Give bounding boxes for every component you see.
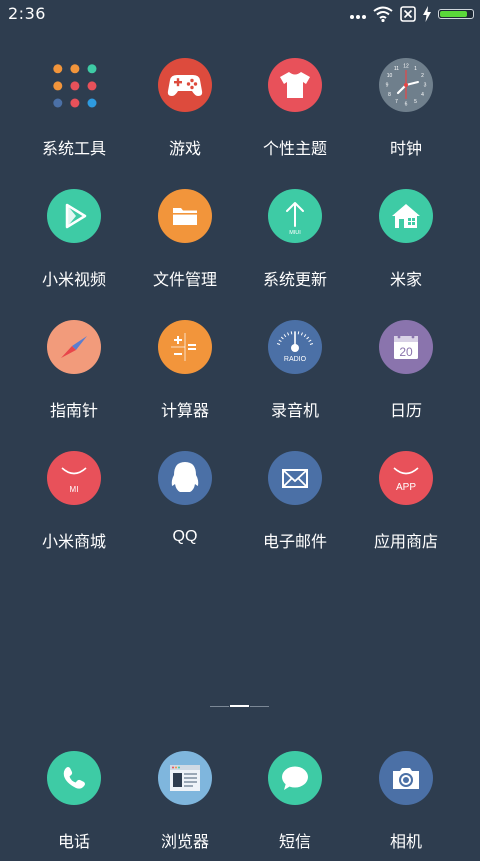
- phone-icon: [47, 751, 101, 805]
- svg-text:8: 8: [388, 92, 391, 98]
- svg-text:MI: MI: [70, 485, 79, 494]
- svg-text:1: 1: [414, 66, 417, 72]
- app-mail-envelope[interactable]: 电子邮件: [240, 451, 350, 561]
- svg-text:9: 9: [386, 83, 389, 89]
- radio-icon: RADIO: [268, 320, 322, 374]
- app-label: 日历: [389, 401, 422, 420]
- calculator-icon: [158, 320, 212, 374]
- smart-home-icon: [379, 189, 433, 243]
- video-play-icon: [47, 189, 101, 243]
- calendar-icon: 20: [379, 320, 433, 374]
- svg-text:10: 10: [387, 73, 393, 79]
- page-dot-3: [250, 706, 269, 707]
- app-label: 短信: [278, 832, 311, 851]
- app-label: 小米视频: [41, 270, 106, 289]
- app-mi-store[interactable]: MI 小米商城: [19, 451, 129, 561]
- more-dots-icon: [350, 5, 366, 23]
- status-bar: 2:36: [0, 0, 480, 28]
- svg-text:7: 7: [395, 99, 398, 105]
- app-video-play[interactable]: 小米视频: [19, 189, 129, 299]
- update-arrow-icon: MIUI: [268, 189, 322, 243]
- app-message-bubble[interactable]: 短信: [240, 751, 350, 861]
- folder-grid-icon: [47, 58, 101, 112]
- sim-error-icon: [400, 6, 416, 22]
- app-folder-grid[interactable]: 系统工具: [19, 58, 129, 168]
- status-icons: [350, 5, 474, 23]
- svg-text:MIUI: MIUI: [289, 230, 301, 236]
- svg-text:11: 11: [394, 66, 399, 72]
- clock-icon: 1 2 3 4 5 6 7 8 9 10 11 12: [379, 58, 433, 112]
- qq-penguin-icon: [158, 451, 212, 505]
- app-phone[interactable]: 电话: [19, 751, 129, 861]
- app-label: 电子邮件: [262, 532, 327, 551]
- app-camera[interactable]: 相机: [351, 751, 461, 861]
- wifi-icon: [373, 6, 393, 22]
- app-label: 系统工具: [41, 139, 106, 158]
- svg-text:6: 6: [405, 102, 408, 108]
- app-label: 游戏: [168, 139, 201, 158]
- mail-envelope-icon: [268, 451, 322, 505]
- status-time: 2:36: [8, 4, 46, 23]
- app-gamepad[interactable]: 游戏: [130, 58, 240, 168]
- app-app-store[interactable]: APP 应用商店: [351, 451, 461, 561]
- app-label: 计算器: [160, 401, 209, 420]
- svg-text:2: 2: [421, 73, 424, 79]
- app-tshirt[interactable]: 个性主题: [240, 58, 350, 168]
- camera-icon: [379, 751, 433, 805]
- app-store-icon: APP: [379, 451, 433, 505]
- app-calculator[interactable]: 计算器: [130, 320, 240, 430]
- app-label: 指南针: [49, 401, 98, 420]
- app-label: 录音机: [270, 401, 319, 420]
- svg-text:3: 3: [424, 83, 427, 89]
- svg-text:20: 20: [399, 345, 413, 359]
- svg-text:APP: APP: [396, 482, 416, 493]
- app-label: 米家: [389, 270, 422, 289]
- app-label: 个性主题: [262, 139, 327, 158]
- app-compass[interactable]: 指南针: [19, 320, 129, 430]
- page-indicator[interactable]: [210, 705, 270, 708]
- app-qq-penguin[interactable]: QQ: [130, 451, 240, 561]
- app-radio[interactable]: RADIO 录音机: [240, 320, 350, 430]
- app-label: 小米商城: [41, 532, 106, 551]
- tshirt-icon: [268, 58, 322, 112]
- page-dot-2: [230, 705, 249, 707]
- app-label: 应用商店: [373, 532, 438, 551]
- charging-bolt-icon: [423, 6, 431, 22]
- svg-text:RADIO: RADIO: [284, 356, 307, 363]
- page-dot-1: [210, 706, 229, 707]
- app-label: 电话: [57, 832, 90, 851]
- svg-text:5: 5: [414, 99, 417, 105]
- compass-icon: [47, 320, 101, 374]
- browser-icon: [158, 751, 212, 805]
- app-calendar[interactable]: 20 日历: [351, 320, 461, 430]
- message-bubble-icon: [268, 751, 322, 805]
- app-browser[interactable]: 浏览器: [130, 751, 240, 861]
- app-label: 浏览器: [160, 832, 209, 851]
- app-clock[interactable]: 1 2 3 4 5 6 7 8 9 10 11 12 时钟: [351, 58, 461, 168]
- app-label: 系统更新: [262, 270, 327, 289]
- folder-icon: [158, 189, 212, 243]
- svg-text:4: 4: [421, 92, 424, 98]
- app-update-arrow[interactable]: MIUI 系统更新: [240, 189, 350, 299]
- app-smart-home[interactable]: 米家: [351, 189, 461, 299]
- battery-icon: [438, 9, 474, 19]
- gamepad-icon: [158, 58, 212, 112]
- app-label: 相机: [389, 832, 422, 851]
- mi-store-icon: MI: [47, 451, 101, 505]
- svg-text:12: 12: [403, 64, 409, 70]
- app-label: QQ: [172, 528, 198, 545]
- app-label: 文件管理: [152, 270, 217, 289]
- app-folder[interactable]: 文件管理: [130, 189, 240, 299]
- app-label: 时钟: [389, 139, 422, 158]
